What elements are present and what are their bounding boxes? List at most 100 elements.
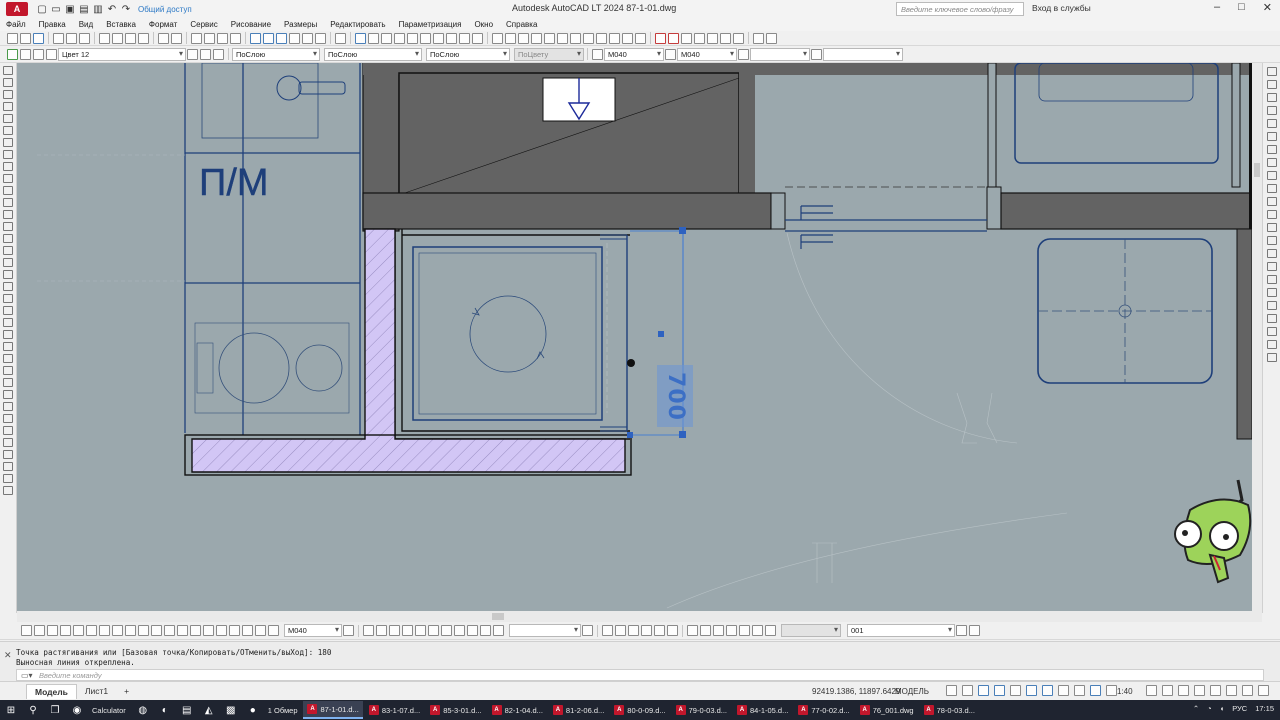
dim-ordinate-icon[interactable]	[60, 625, 71, 636]
taskbar-app-dwg[interactable]: A 85-3-01.d...	[426, 701, 485, 719]
table-icon[interactable]	[687, 625, 698, 636]
redo-icon[interactable]: ↷	[120, 3, 132, 15]
dim-angular-icon[interactable]	[112, 625, 123, 636]
taskbar-app-dwg[interactable]: A 78-0-03.d...	[920, 701, 979, 719]
dim-continue-icon[interactable]	[151, 625, 162, 636]
erase-icon[interactable]	[635, 32, 646, 44]
grip-bottom[interactable]	[679, 431, 686, 438]
pan-icon[interactable]	[191, 32, 202, 44]
dim-space-icon[interactable]	[1266, 249, 1277, 258]
design-center-icon[interactable]	[263, 32, 274, 44]
command-prompt-icon[interactable]: ▭▾	[21, 671, 33, 680]
menu-format[interactable]: Формат	[149, 20, 177, 29]
single-text-icon[interactable]	[615, 625, 626, 636]
center-mark-icon[interactable]	[1266, 288, 1277, 297]
leader-icon[interactable]	[363, 625, 374, 636]
mtext-icon[interactable]	[602, 625, 613, 636]
layer-freeze-icon[interactable]	[407, 32, 418, 44]
annotation-monitor-icon[interactable]	[1162, 685, 1173, 696]
ellipse-arc-icon[interactable]	[3, 186, 13, 195]
lock-icon[interactable]	[33, 48, 44, 60]
mirror-icon[interactable]	[3, 330, 13, 339]
print-icon[interactable]: ▥	[92, 3, 104, 15]
taskbar-app-dwg[interactable]: A 76_001.dwg	[856, 701, 918, 719]
text-style-icon[interactable]	[592, 48, 603, 60]
record-icon[interactable]: ●	[246, 703, 260, 717]
wipeout-icon[interactable]	[493, 625, 504, 636]
stretch-icon[interactable]	[596, 32, 607, 44]
hatch-icon[interactable]	[3, 234, 13, 243]
search-input[interactable]: Введите ключевое слово/фразу	[896, 2, 1024, 16]
dim-text-edit-icon[interactable]	[1266, 340, 1277, 349]
menu-dimension[interactable]: Размеры	[284, 20, 317, 29]
add-layout-button[interactable]: +	[116, 684, 137, 698]
jogged-linear-icon[interactable]	[1266, 314, 1277, 323]
horizontal-scroll-thumb[interactable]	[492, 613, 504, 620]
units-icon[interactable]	[1178, 685, 1189, 696]
cut-icon[interactable]	[99, 32, 110, 44]
sheet-set-icon[interactable]	[289, 32, 300, 44]
layer-manager-icon[interactable]	[7, 48, 18, 60]
attribute-edit-icon[interactable]	[752, 625, 763, 636]
command-close-icon[interactable]: ✕	[4, 650, 12, 661]
edge-icon[interactable]: ◐	[158, 703, 172, 717]
arc-tool-icon[interactable]	[668, 32, 679, 44]
menu-parametric[interactable]: Параметризация	[399, 20, 462, 29]
scale-icon[interactable]	[609, 32, 620, 44]
folder-icon[interactable]: ▤	[180, 703, 194, 717]
layer-previous-icon[interactable]	[200, 48, 211, 60]
block-icon[interactable]	[700, 625, 711, 636]
menu-window[interactable]: Окно	[474, 20, 493, 29]
preview-icon[interactable]	[66, 32, 77, 44]
mleader-style-icon[interactable]	[811, 48, 822, 60]
layer-off-icon[interactable]	[420, 32, 431, 44]
region-tool-icon[interactable]	[694, 32, 705, 44]
quick-dim-icon[interactable]	[1266, 210, 1277, 219]
dim-update-icon[interactable]	[1266, 353, 1277, 362]
taskbar-app-dwg[interactable]: A 84-1-05.d...	[733, 701, 792, 719]
dim-baseline-icon[interactable]	[138, 625, 149, 636]
grip-ext-point[interactable]	[627, 359, 635, 367]
tool-palettes-icon[interactable]	[276, 32, 287, 44]
dim-update-icon[interactable]	[268, 625, 279, 636]
line-icon[interactable]	[3, 66, 13, 75]
dimension-text-grip[interactable]	[658, 331, 664, 337]
dim-linear-icon[interactable]	[21, 625, 32, 636]
new-file-icon[interactable]: ▢	[36, 3, 48, 15]
taskbar-app-dwg[interactable]: A 77-0-02.d...	[794, 701, 853, 719]
maximize-icon[interactable]: □	[1238, 1, 1245, 14]
text-style-icon[interactable]	[582, 625, 593, 636]
quickcalc-icon[interactable]	[315, 32, 326, 44]
autocad-logo-icon[interactable]: A	[6, 2, 28, 16]
layer-walk-icon[interactable]	[472, 32, 483, 44]
dim-radius-icon[interactable]	[73, 625, 84, 636]
move-icon[interactable]	[492, 32, 503, 44]
layer-state-icon[interactable]	[368, 32, 379, 44]
polygon-icon[interactable]	[3, 102, 13, 111]
insert-icon[interactable]	[713, 625, 724, 636]
quick-dim-icon[interactable]	[125, 625, 136, 636]
tab-model[interactable]: Модель	[26, 683, 77, 699]
dim-jogged-icon[interactable]	[86, 625, 97, 636]
fillet-icon[interactable]	[570, 32, 581, 44]
dimension-text[interactable]: 700	[657, 365, 693, 427]
table-style-icon[interactable]	[738, 48, 749, 60]
drawing-area[interactable]: П/М 700	[17, 63, 1252, 611]
taskbar-app-dwg[interactable]: A 83-1-07.d...	[365, 701, 424, 719]
menu-help[interactable]: Справка	[506, 20, 537, 29]
offset-icon[interactable]	[3, 342, 13, 351]
open-file-icon[interactable]: ▭	[50, 3, 62, 15]
dim-edit-icon[interactable]	[1266, 327, 1277, 336]
menu-insert[interactable]: Вставка	[106, 20, 136, 29]
mirror-icon[interactable]	[557, 32, 568, 44]
make-current-icon[interactable]	[187, 48, 198, 60]
chamfer-icon[interactable]	[3, 462, 13, 471]
paste-icon[interactable]	[125, 32, 136, 44]
layer-properties-icon[interactable]	[355, 32, 366, 44]
dim-arc-length-icon[interactable]	[47, 625, 58, 636]
dimstyle-dropdown[interactable]: M040	[604, 47, 664, 61]
rotate-icon[interactable]	[3, 378, 13, 387]
dim-angular-icon[interactable]	[1266, 197, 1277, 206]
table-icon[interactable]	[3, 270, 13, 279]
menu-view[interactable]: Вид	[79, 20, 93, 29]
